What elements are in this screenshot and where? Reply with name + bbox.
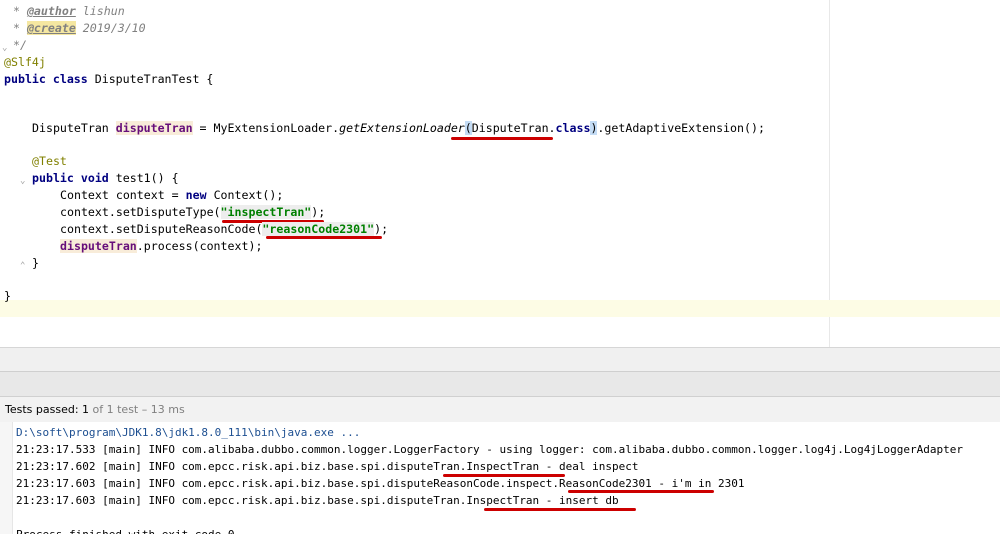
console-line: 21:23:17.533 [main] INFO com.alibaba.dub… <box>16 443 964 456</box>
red-underline-reason-code <box>266 236 382 239</box>
right-margin-guide <box>829 0 830 347</box>
fold-marker-icon[interactable]: ⌄ <box>2 43 7 53</box>
code-line-comment-end[interactable]: */ <box>6 37 27 54</box>
code-line-method-declaration[interactable]: public void test1() { <box>32 170 179 187</box>
current-line-highlight <box>0 300 1000 317</box>
code-editor[interactable]: * @author lishun * @create 2019/3/10 */ … <box>0 0 1000 347</box>
code-line-field-declaration[interactable]: DisputeTran disputeTran = MyExtensionLoa… <box>32 120 765 137</box>
code-line-slf4j-annotation[interactable]: @Slf4j <box>4 54 46 71</box>
red-underline-reason-code-log <box>568 490 714 493</box>
console-line: Process finished with exit code 0 <box>16 526 235 534</box>
red-underline-extension-loader <box>451 137 553 140</box>
panel-splitter[interactable] <box>0 347 1000 372</box>
code-line-process-call[interactable]: disputeTran.process(context); <box>60 238 262 255</box>
code-line-author[interactable]: * @author lishun <box>6 3 125 20</box>
console-gutter <box>0 422 13 534</box>
red-underline-insert-db-log <box>484 508 636 511</box>
test-status-bar: Tests passed: 1 of 1 test – 13 ms <box>0 396 1000 423</box>
run-tool-window-header <box>0 371 1000 397</box>
code-line-class-close[interactable]: } <box>4 288 11 305</box>
code-line-class-declaration[interactable]: public class DisputeTranTest { <box>4 71 213 88</box>
fold-marker-icon[interactable]: ⌃ <box>20 261 25 271</box>
red-underline-inspect-tran-log <box>443 474 565 477</box>
tests-passed-count: 1 <box>82 403 90 416</box>
tests-total-duration: of 1 test – 13 ms <box>89 403 185 416</box>
code-line-method-close[interactable]: } <box>32 255 39 272</box>
console-output[interactable]: D:\soft\program\JDK1.8\jdk1.8.0_111\bin\… <box>0 422 1000 534</box>
console-line: 21:23:17.603 [main] INFO com.epcc.risk.a… <box>16 494 619 507</box>
code-line-new-context[interactable]: Context context = new Context(); <box>60 187 283 204</box>
code-line-create[interactable]: * @create 2019/3/10 <box>6 20 146 37</box>
console-line: 21:23:17.602 [main] INFO com.epcc.risk.a… <box>16 460 639 473</box>
code-line-set-dispute-type[interactable]: context.setDisputeType("inspectTran"); <box>60 204 325 221</box>
code-line-test-annotation[interactable]: @Test <box>32 153 67 170</box>
fold-marker-icon[interactable]: ⌄ <box>20 176 25 186</box>
console-line: D:\soft\program\JDK1.8\jdk1.8.0_111\bin\… <box>16 426 361 439</box>
tests-passed-label: Tests passed: <box>5 403 83 416</box>
